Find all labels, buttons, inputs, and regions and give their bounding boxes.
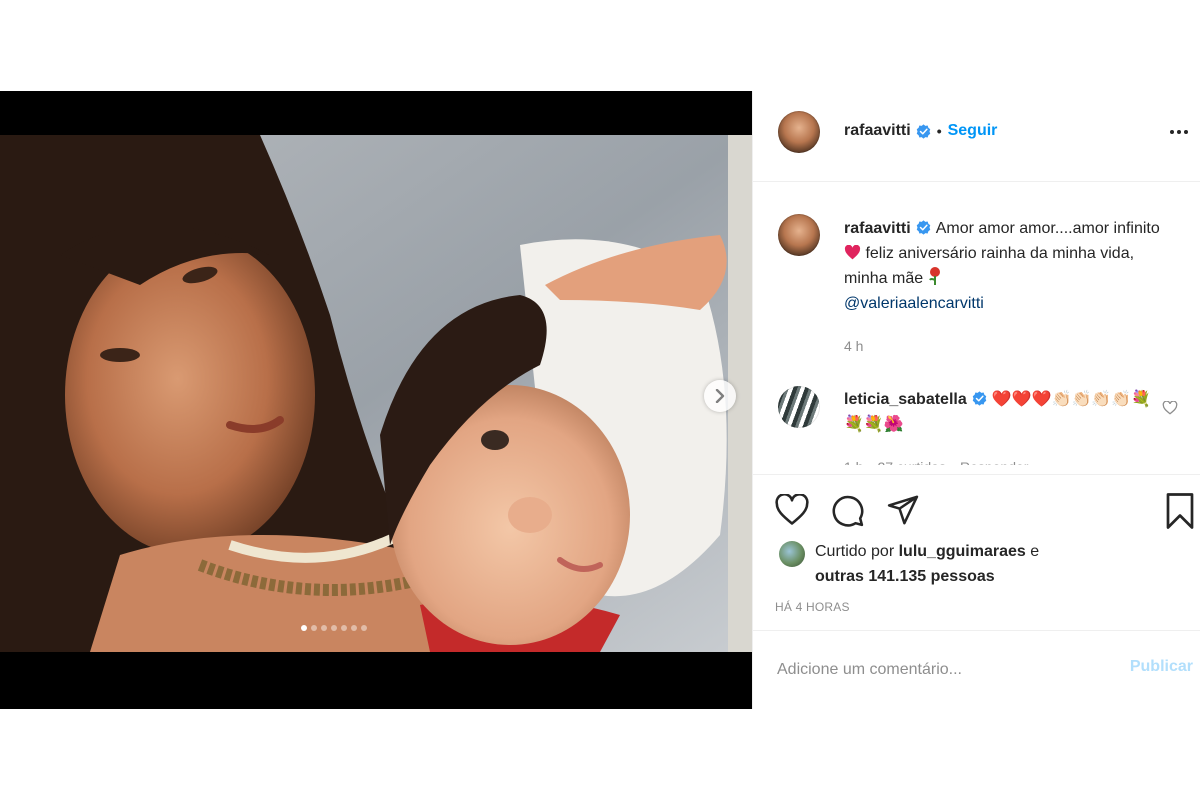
rose-emoji-icon <box>928 267 945 285</box>
post-caption: rafaavitti Amor amor amor....amor infini… <box>844 216 1164 316</box>
slide-dot <box>301 625 307 631</box>
verified-badge-icon <box>916 220 931 235</box>
post-photo <box>0 135 752 652</box>
likes-summary: Curtido por lulu_gguimaraes e outras 141… <box>815 539 1105 589</box>
caption-time[interactable]: 4 h <box>844 338 863 354</box>
slide-indicator <box>0 625 710 631</box>
comment-likes[interactable]: 27 curtidas <box>877 459 945 465</box>
heart-outline-icon[interactable] <box>775 493 809 531</box>
liker-avatar[interactable] <box>779 541 805 567</box>
slide-dot <box>341 625 347 631</box>
post-media <box>0 91 752 709</box>
author-username[interactable]: rafaavitti <box>844 122 911 140</box>
likes-conjunction: e <box>1030 543 1040 560</box>
red-heart-emoji-icon <box>844 243 861 260</box>
verified-badge-icon <box>916 123 931 139</box>
post-header: rafaavitti • Seguir <box>753 91 1200 182</box>
follow-button[interactable]: Seguir <box>948 122 998 140</box>
caption-mention-link[interactable]: @valeriaalencarvitti <box>844 295 984 312</box>
slide-dot <box>361 625 367 631</box>
publish-button[interactable]: Publicar <box>1130 658 1193 676</box>
bookmark-icon[interactable] <box>1165 493 1195 534</box>
chevron-right-icon <box>715 389 725 403</box>
paper-plane-icon[interactable] <box>886 494 920 531</box>
comment-time[interactable]: 1 h <box>844 459 863 465</box>
comment-bubble-icon[interactable] <box>831 494 865 533</box>
commenter-avatar[interactable] <box>778 386 820 428</box>
caption-author-avatar[interactable] <box>778 214 820 256</box>
caption-text-2: feliz aniversário rainha da minha vida, … <box>844 245 1135 287</box>
caption-text-1: Amor amor amor....amor infinito <box>935 220 1160 237</box>
author-avatar[interactable] <box>778 111 820 153</box>
likes-prefix: Curtido por <box>815 543 895 560</box>
next-slide-button[interactable] <box>704 380 736 412</box>
slide-dot <box>331 625 337 631</box>
post-side-panel: rafaavitti • Seguir rafaavitti Amor amor… <box>752 91 1200 709</box>
commenter-username[interactable]: leticia_sabatella <box>844 391 967 408</box>
comment-input[interactable] <box>775 657 1099 683</box>
comment-meta: 1 h 27 curtidas Responder <box>844 459 1029 465</box>
caption-username[interactable]: rafaavitti <box>844 220 911 237</box>
slide-dot <box>351 625 357 631</box>
likes-others-link[interactable]: outras 141.135 pessoas <box>815 568 995 585</box>
separator-dot: • <box>936 123 942 139</box>
slide-dot <box>311 625 317 631</box>
add-comment-bar: Publicar <box>753 630 1200 709</box>
post-actions-section: Curtido por lulu_gguimaraes e outras 141… <box>753 474 1200 630</box>
post-timestamp[interactable]: HÁ 4 HORAS <box>775 600 850 614</box>
more-options-icon[interactable] <box>1170 130 1188 134</box>
author-info: rafaavitti • Seguir <box>844 122 997 140</box>
comment-reply-button[interactable]: Responder <box>960 459 1029 465</box>
slide-dot <box>321 625 327 631</box>
comment-like-heart-icon[interactable] <box>1162 400 1178 420</box>
instagram-post: rafaavitti • Seguir rafaavitti Amor amor… <box>0 91 1200 709</box>
verified-badge-icon <box>972 391 987 406</box>
comment: leticia_sabatella ❤️❤️❤️👏🏻👏🏻👏🏻👏🏻💐💐💐🌺 <box>844 387 1154 437</box>
liker-username[interactable]: lulu_gguimaraes <box>899 543 1026 560</box>
